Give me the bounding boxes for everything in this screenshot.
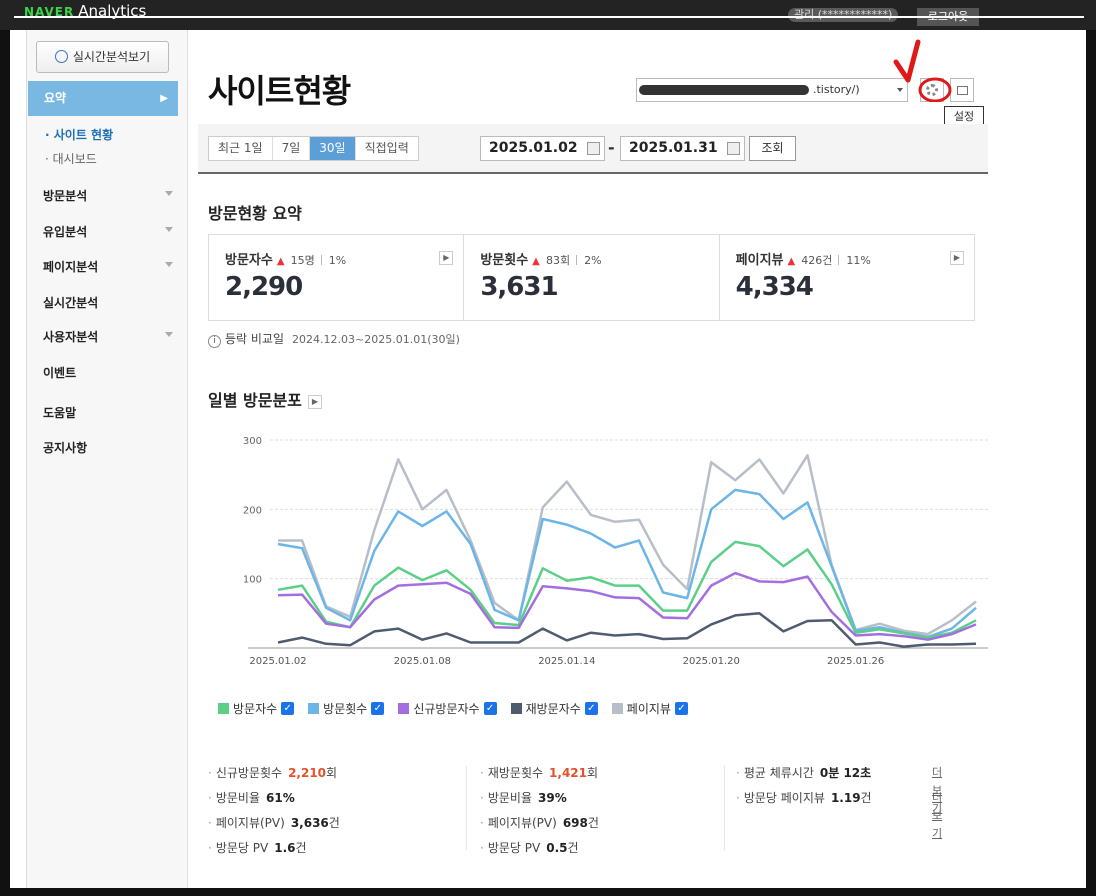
y-tick-label: 300	[243, 436, 262, 447]
sidebar-item-event[interactable]: 이벤트	[43, 364, 173, 381]
sidebar-item-realtime-analysis[interactable]: 실시간분석	[43, 294, 173, 311]
legend-item-returning-visitors[interactable]: 재방문자수 ✓	[510, 700, 598, 717]
period-30days-button[interactable]: 30일	[310, 137, 356, 160]
site-select[interactable]: .tistory/)	[636, 78, 908, 102]
summary-cards: 방문자수 ▲ 15명 1% 2,290 ▶ 방문횟수 ▲ 83회 2% 3,631 페이…	[208, 234, 975, 321]
compare-info: i 등락 비교일 2024.12.03~2025.01.01(30일)	[208, 330, 460, 348]
y-tick-label: 100	[243, 575, 262, 586]
series-line-2	[277, 488, 977, 639]
print-button[interactable]	[950, 78, 974, 102]
main-window: 실시간분석보기 요약 ▶ · 사이트 현황 · 대시보드 방문분석 유입분석 페이…	[10, 30, 1086, 888]
summary-card-visits: 방문횟수 ▲ 83회 2% 3,631	[464, 235, 720, 320]
submenu-site-status[interactable]: · 사이트 현황	[45, 126, 113, 143]
chevron-down-icon	[165, 191, 173, 196]
chart-legend: 방문자수 ✓ 방문횟수 ✓ 신규방문자수 ✓ 재방문자수 ✓ 페이지뷰 ✓	[218, 700, 702, 717]
legend-item-visits[interactable]: 방문횟수 ✓	[308, 700, 385, 717]
red-check-annotation	[893, 39, 952, 102]
sidebar-item-notice[interactable]: 공지사항	[43, 439, 173, 456]
period-selector: 최근 1일 7일 30일 직접입력	[208, 136, 419, 161]
calendar-icon[interactable]	[727, 142, 740, 155]
visits-value: 3,631	[480, 272, 558, 302]
checkbox-icon[interactable]: ✓	[483, 702, 497, 715]
daily-visit-chart: 100 200 300 2025.01.02 2025.01.08 2025.01.14 2…	[243, 436, 988, 667]
info-icon: i	[208, 335, 221, 348]
legend-item-pageviews[interactable]: 페이지뷰 ✓	[611, 700, 688, 717]
end-date-input[interactable]: 2025.01.31	[620, 136, 745, 161]
printer-icon	[957, 86, 968, 95]
legend-item-new-visitors[interactable]: 신규방문자수 ✓	[398, 700, 497, 717]
clock-icon	[54, 50, 68, 63]
divider	[724, 766, 725, 850]
date-range-dash: -	[608, 138, 615, 157]
submenu-dashboard[interactable]: · 대시보드	[45, 150, 97, 167]
checkbox-icon[interactable]: ✓	[281, 702, 295, 715]
chevron-down-icon	[165, 262, 173, 267]
up-arrow-icon: ▲	[787, 256, 796, 267]
checkbox-icon[interactable]: ✓	[584, 702, 598, 715]
calendar-icon[interactable]	[587, 142, 600, 155]
x-tick-label: 2025.01.02	[249, 656, 306, 667]
sidebar-item-user-analysis[interactable]: 사용자분석	[43, 328, 173, 345]
main-content: 사이트현황 .tistory/) 설정 최근 1일 7일 30일 직접입력 20…	[198, 30, 988, 888]
more-arrow-icon[interactable]: ▶	[439, 251, 454, 265]
summary-title: 방문현황 요약	[208, 204, 302, 223]
stats-new-visits: · 신규방문횟수 2,210회 · 방문비율 61% · 페이지뷰(PV) 3,636건 ·…	[208, 766, 340, 855]
up-arrow-icon: ▲	[276, 256, 285, 267]
chevron-right-icon: ▶	[160, 93, 168, 104]
chevron-down-icon	[165, 227, 173, 232]
up-arrow-icon: ▲	[532, 256, 540, 267]
visitors-value: 2,290	[225, 272, 303, 302]
stats-duration: · 평균 체류시간 0분 12초 더보기 · 방문당 페이지뷰 1.19건 더보기	[736, 764, 942, 840]
user-info: 관리 (************)	[788, 8, 899, 22]
top-bar: NAVER Analytics 관리 (************) 로그아웃	[0, 0, 1096, 30]
filter-bar: 최근 1일 7일 30일 직접입력 2025.01.02 - 2025.01.3…	[198, 124, 988, 174]
x-tick-label: 2025.01.14	[538, 656, 595, 667]
y-tick-label: 200	[243, 505, 262, 516]
query-button[interactable]: 조회	[749, 136, 796, 161]
legend-item-visitors[interactable]: 방문자수 ✓	[218, 700, 295, 717]
checkbox-icon[interactable]: ✓	[674, 702, 688, 715]
daily-title: 일별 방문분포 ▶	[208, 387, 322, 411]
x-tick-label: 2025.01.08	[394, 656, 451, 667]
sidebar-item-help[interactable]: 도움말	[43, 404, 173, 421]
period-custom-button[interactable]: 직접입력	[356, 137, 418, 160]
sidebar-item-inflow-analysis[interactable]: 유입분석	[43, 223, 173, 240]
sidebar-item-page-analysis[interactable]: 페이지분석	[43, 258, 173, 275]
realtime-analysis-button[interactable]: 실시간분석보기	[36, 41, 169, 73]
window-border	[14, 16, 1084, 18]
more-link[interactable]: 더보기	[932, 789, 942, 843]
redacted-site-name	[639, 85, 809, 95]
sidebar-item-summary[interactable]: 요약 ▶	[28, 81, 178, 116]
sidebar: 실시간분석보기 요약 ▶ · 사이트 현황 · 대시보드 방문분석 유입분석 페이…	[26, 30, 188, 888]
page-title: 사이트현황	[208, 72, 351, 110]
summary-card-visitors: 방문자수 ▲ 15명 1% 2,290 ▶	[209, 235, 465, 320]
app: 실시간분석보기 요약 ▶ · 사이트 현황 · 대시보드 방문분석 유입분석 페이…	[26, 30, 1018, 888]
x-tick-label: 2025.01.26	[827, 656, 884, 667]
x-tick-label: 2025.01.20	[683, 656, 740, 667]
period-7days-button[interactable]: 7일	[273, 137, 311, 160]
stats-returning-visits: · 재방문횟수 1,421회 · 방문비율 39% · 페이지뷰(PV) 698건 · 방문당…	[480, 766, 599, 855]
sidebar-item-visit-analysis[interactable]: 방문분석	[43, 187, 173, 204]
period-1day-button[interactable]: 최근 1일	[209, 137, 273, 160]
pageviews-value: 4,334	[735, 272, 814, 302]
chevron-down-icon	[165, 332, 173, 337]
more-arrow-icon[interactable]: ▶	[307, 395, 322, 409]
series-line-1	[277, 540, 977, 639]
divider	[466, 766, 467, 850]
more-arrow-icon[interactable]: ▶	[949, 251, 964, 265]
summary-card-pageviews: 페이지뷰 ▲ 426건 11% 4,334 ▶	[720, 235, 974, 320]
start-date-input[interactable]: 2025.01.02	[480, 136, 605, 161]
checkbox-icon[interactable]: ✓	[371, 702, 385, 715]
